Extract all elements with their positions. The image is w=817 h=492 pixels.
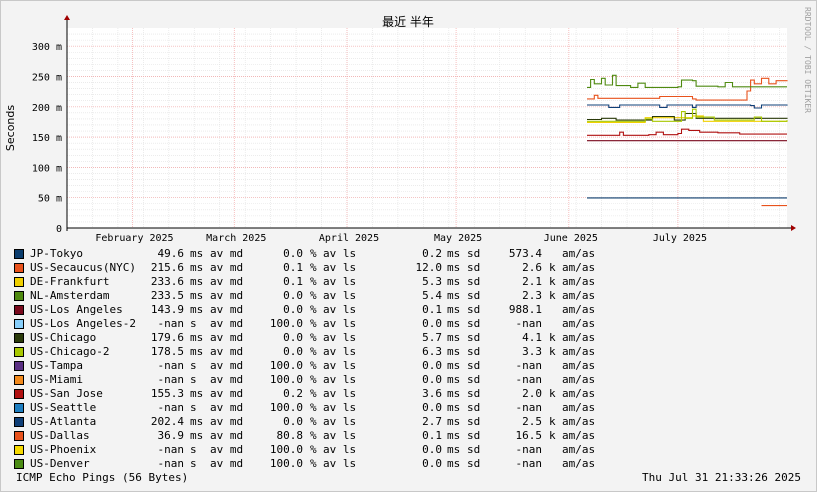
legend-amas: 16.5 bbox=[515, 429, 543, 442]
legend-row: US-San Jose 155.3 ms av md 0.2% av ls 3.6 ms sd 2… bbox=[14, 387, 634, 401]
footer-right: Thu Jul 31 21:33:26 2025 bbox=[642, 471, 801, 484]
legend-amas-label: am/as bbox=[562, 387, 596, 400]
legend-amas-prefix: k bbox=[549, 387, 556, 400]
legend-row: US-Tampa -nan s av md 100.0% av ls 0.0 ms sd -nan… bbox=[14, 359, 634, 373]
y-axis-label: Seconds bbox=[4, 105, 17, 151]
legend-amas: -nan bbox=[515, 457, 543, 470]
legend-amas: 573.4 bbox=[508, 247, 542, 260]
legend-amas: 2.0 bbox=[522, 387, 542, 400]
x-tick-label: May 2025 bbox=[434, 233, 482, 244]
legend-row: US-Denver -nan s av md 100.0% av ls 0.0 ms sd -na… bbox=[14, 457, 634, 471]
legend-amas-label: am/as bbox=[562, 289, 596, 302]
footer-left: ICMP Echo Pings (56 Bytes) bbox=[16, 471, 189, 484]
legend-amas-label: am/as bbox=[562, 415, 596, 428]
x-axis-arrow bbox=[791, 225, 796, 231]
legend-amas: 3.3 bbox=[522, 345, 542, 358]
legend-row: US-Chicago 179.6 ms av md 0.0% av ls 5.7 ms sd 4.… bbox=[14, 331, 634, 345]
legend-row: US-Los Angeles-2 -nan s av md 100.0% av ls 0.0… bbox=[14, 317, 634, 331]
legend-row: US-Dallas 36.9 ms av md 80.8% av ls 0.1 ms sd 16.… bbox=[14, 429, 634, 443]
legend-amas-label: am/as bbox=[562, 401, 596, 414]
legend-amas-label: am/as bbox=[562, 359, 596, 372]
legend-amas-label: am/as bbox=[562, 345, 596, 358]
legend-amas-label: am/as bbox=[562, 261, 596, 274]
legend-amas-label: am/as bbox=[562, 303, 596, 316]
y-tick-label: 250 m bbox=[32, 72, 62, 83]
legend-amas-label: am/as bbox=[562, 443, 596, 456]
legend-amas: 2.6 bbox=[522, 261, 542, 274]
legend-amas-label: am/as bbox=[562, 373, 596, 386]
legend-amas-prefix: k bbox=[549, 289, 556, 302]
legend-amas-label: am/as bbox=[562, 275, 596, 288]
y-axis-arrow bbox=[64, 15, 70, 20]
chart-title: 最近 半年 bbox=[382, 15, 434, 29]
legend-amas-label: am/as bbox=[562, 429, 596, 442]
legend-amas-label: am/as bbox=[562, 457, 596, 470]
legend-amas-prefix: k bbox=[549, 429, 556, 442]
legend-amas: -nan bbox=[515, 317, 543, 330]
ping-chart: 0 50 m 100 m 150 m 200 m 250 m 300 m February 2… bbox=[4, 7, 812, 244]
x-tick-label: July 2025 bbox=[653, 233, 707, 244]
legend-amas: 988.1 bbox=[508, 303, 542, 316]
legend-amas: -nan bbox=[515, 401, 543, 414]
legend-amas: -nan bbox=[515, 443, 543, 456]
legend-amas: -nan bbox=[515, 359, 543, 372]
legend-amas: 2.3 bbox=[522, 289, 542, 302]
y-tick-label: 100 m bbox=[32, 163, 62, 174]
x-tick-label: March 2025 bbox=[206, 233, 266, 244]
legend-row: US-Phoenix -nan s av md 100.0% av ls 0.0 ms sd -n… bbox=[14, 443, 634, 457]
legend-amas-prefix: k bbox=[549, 345, 556, 358]
legend-row: DE-Frankfurt 233.6 ms av md 0.1% av ls 5.3 ms sd… bbox=[14, 275, 634, 289]
x-tick-label: April 2025 bbox=[319, 233, 379, 244]
y-tick-label: 50 m bbox=[38, 194, 62, 205]
legend-amas-prefix: k bbox=[549, 415, 556, 428]
x-tick-label: February 2025 bbox=[95, 233, 173, 244]
legend-amas-label: am/as bbox=[562, 247, 596, 260]
legend-row: JP-Tokyo 49.6 ms av md 0.0% av ls 0.2 ms sd 573.4… bbox=[14, 247, 634, 261]
legend-row: US-Miami -nan s av md 100.0% av ls 0.0 ms sd -nan… bbox=[14, 373, 634, 387]
y-tick-label: 300 m bbox=[32, 42, 62, 53]
legend-row: US-Chicago-2 178.5 ms av md 0.0% av ls 6.3 ms sd… bbox=[14, 345, 634, 359]
rrdtool-watermark: RRDTOOL / TOBI OETIKER bbox=[803, 7, 812, 113]
legend-row: NL-Amsterdam 233.5 ms av md 0.0% av ls 5.4 ms sd… bbox=[14, 289, 634, 303]
legend-row: US-Atlanta 202.4 ms av md 0.0% av ls 2.7 ms sd 2.… bbox=[14, 415, 634, 429]
y-tick-label: 150 m bbox=[32, 133, 62, 144]
legend-row: US-Seattle -nan s av md 100.0% av ls 0.0 ms sd -n… bbox=[14, 401, 634, 415]
legend-row: US-Secaucus(NYC) 215.6 ms av md 0.1% av ls 12.… bbox=[14, 261, 634, 275]
legend-amas-prefix: k bbox=[549, 261, 556, 274]
legend-amas-prefix: k bbox=[549, 331, 556, 344]
legend-amas: 2.5 bbox=[522, 415, 542, 428]
legend-amas: 2.1 bbox=[522, 275, 542, 288]
legend-amas: -nan bbox=[515, 373, 543, 386]
legend-amas-label: am/as bbox=[562, 317, 596, 330]
legend-amas-label: am/as bbox=[562, 331, 596, 344]
x-tick-label: June 2025 bbox=[544, 233, 598, 244]
legend-amas: 4.1 bbox=[522, 331, 542, 344]
y-tick-label: 200 m bbox=[32, 103, 62, 114]
y-tick-label: 0 bbox=[56, 224, 62, 235]
legend-amas-prefix: k bbox=[549, 275, 556, 288]
legend-row: US-Los Angeles 143.9 ms av md 0.0% av ls 0.1 ms… bbox=[14, 303, 634, 317]
